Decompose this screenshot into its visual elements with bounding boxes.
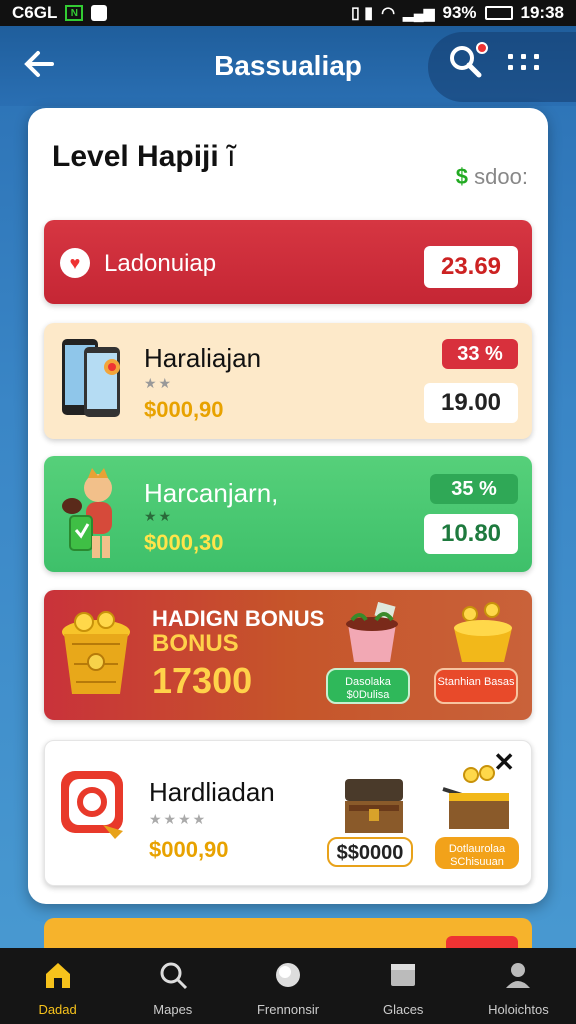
card-title: Level Hapiji ĩ (52, 140, 236, 173)
chest-open-button[interactable]: Dotlaurolaa SChisuuan (435, 837, 519, 869)
item-rating: ★★ (144, 508, 174, 524)
treasure-chest-icon (345, 779, 403, 833)
promo-row[interactable]: ✕ Hardliadan ★★★★ $000,90 $$0000 Dotlaur… (44, 740, 532, 886)
promo-price: $000,90 (149, 837, 229, 862)
nav-search[interactable]: Mapes (115, 948, 230, 1024)
balance-value: sdoo: (474, 164, 528, 189)
bonus-claim-button[interactable]: Dasolaka $0Dulisa (326, 668, 410, 704)
featured-row[interactable]: ♥ Ladonuiap 23.69 (44, 220, 532, 304)
nav-home[interactable]: Dadad (0, 948, 115, 1024)
character-icon (62, 468, 112, 558)
chest-price-button[interactable]: $$0000 (327, 837, 413, 867)
clock: 19:38 (520, 3, 564, 22)
item-price: $000,90 (144, 397, 224, 422)
currency-symbol: $ (455, 164, 469, 189)
gold-bucket-icon (62, 611, 130, 694)
search-icon (160, 962, 187, 990)
nav-label: Frennonsir (256, 1002, 320, 1017)
featured-price[interactable]: 23.69 (424, 246, 518, 288)
home-icon (45, 963, 70, 988)
balance: $ sdoo: (456, 164, 528, 190)
nav-label: Holoichtos (488, 1002, 549, 1017)
nav-label: Glaces (382, 1002, 424, 1017)
discount-badge: 35 % (430, 474, 518, 504)
status-bar: C6GL N ▯ ▮ ◠ ▂▄▆ 93% 19:38 (0, 0, 576, 26)
app-header: Bassualiap (0, 26, 576, 106)
battery-label: 93% (442, 3, 477, 22)
plant-pot-icon (346, 602, 398, 662)
carrier-label: C6GL (12, 3, 58, 22)
bonus-banner[interactable]: HADIGN BONUS BONUS 17300 Dasolaka $0Duli… (44, 590, 532, 720)
sim-icon: ▯ ▮ (351, 5, 374, 22)
promo-rating: ★★★★ (149, 811, 208, 827)
bonus-amount: 17300 (152, 660, 253, 701)
wifi-icon: ◠ (381, 5, 396, 22)
battery-icon (484, 6, 513, 20)
search-button[interactable] (428, 32, 576, 102)
buy-button[interactable]: 10.80 (424, 514, 518, 554)
gold-chest-icon (442, 765, 509, 829)
item-rating: ★★ (144, 375, 174, 391)
shop-item-row[interactable]: Harcanjarn, ★★ $000,30 35 % 10.80 (44, 456, 532, 572)
item-name: Harcanjarn, (144, 478, 279, 508)
promo-name: Hardliadan (149, 777, 275, 807)
bonus-info-button[interactable]: Stanhian Basas (434, 668, 518, 704)
item-name: Haraliajan (144, 343, 262, 373)
bonus-subtitle: BONUS (152, 630, 239, 657)
bottom-nav: Dadad Mapes Frennonsir Glaces Holoichtos (0, 948, 576, 1024)
nav-profile[interactable]: Holoichtos (461, 948, 576, 1024)
notification-badge (476, 42, 488, 54)
box-icon (391, 964, 416, 986)
gold-pot-icon (454, 602, 512, 662)
item-price: $000,30 (144, 530, 224, 555)
nav-globe[interactable]: Frennonsir (230, 948, 345, 1024)
camera-app-icon (61, 771, 123, 839)
profile-icon (506, 963, 531, 988)
heart-icon: ♥ (60, 248, 90, 278)
more-menu-icon[interactable] (508, 54, 548, 74)
shop-item-row[interactable]: Haraliajan ★★ $000,90 33 % 19.00 (44, 323, 532, 439)
bonus-title: HADIGN BONUS (152, 606, 325, 631)
signal-icon: ▂▄▆ (403, 4, 435, 21)
nav-label: Dadad (38, 1002, 77, 1017)
nav-label: Mapes (153, 1002, 193, 1017)
globe-icon (276, 963, 300, 987)
notification-icon: N (65, 5, 84, 21)
main-card: Level Hapiji ĩ $ sdoo: ♥ Ladonuiap 23.69… (28, 108, 548, 904)
buy-button[interactable]: 19.00 (424, 383, 518, 423)
phone-icon (62, 339, 120, 417)
discount-badge: 33 % (442, 339, 518, 369)
app-notification-icon (91, 5, 108, 21)
featured-label: Ladonuiap (104, 250, 217, 277)
nav-box[interactable]: Glaces (346, 948, 461, 1024)
